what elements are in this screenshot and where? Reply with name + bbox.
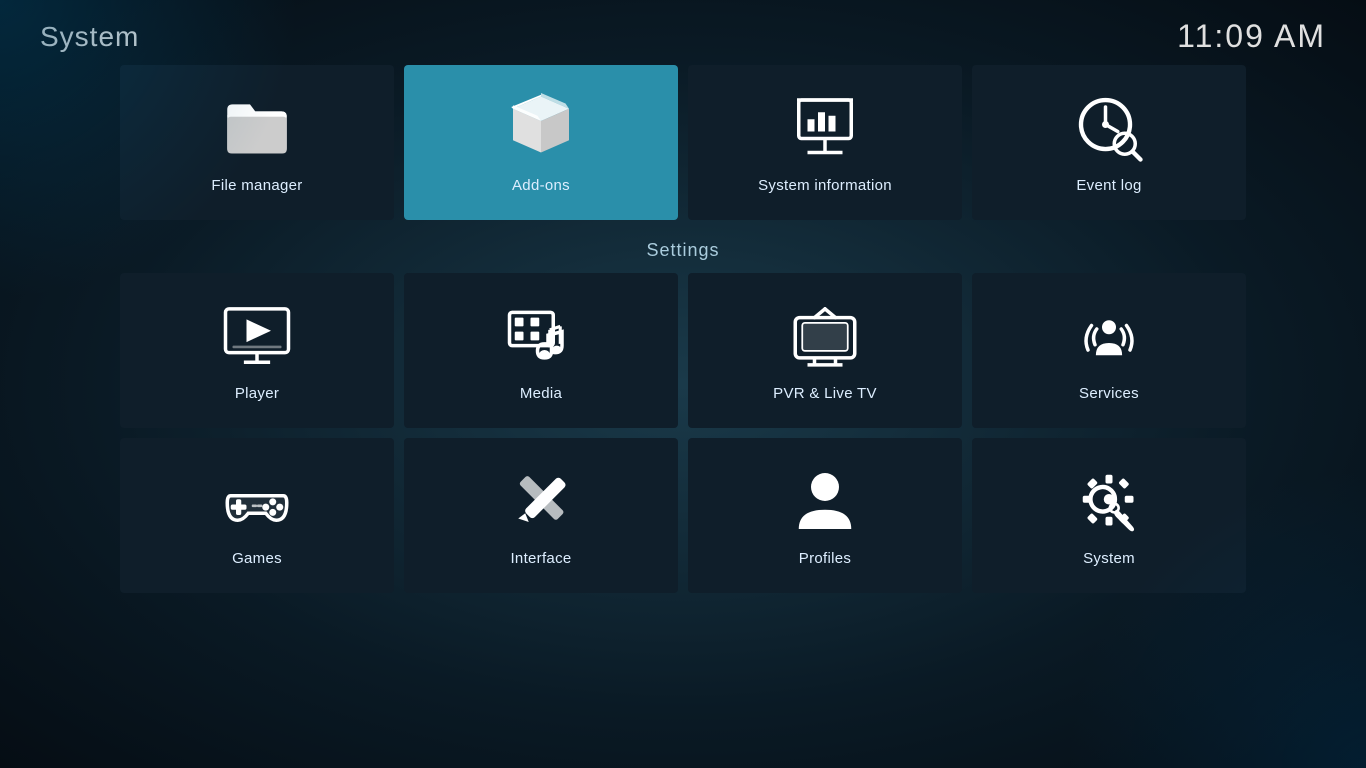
tile-file-manager-label: File manager: [211, 177, 302, 194]
gear-wrench-icon: [1074, 466, 1144, 536]
media-icon: [506, 301, 576, 371]
current-time: 11:09 AM: [1177, 18, 1326, 55]
tile-system-label: System: [1083, 550, 1135, 567]
tile-add-ons[interactable]: Add-ons: [404, 65, 678, 220]
broadcast-icon: [1074, 301, 1144, 371]
top-row: File manager Add-ons: [120, 65, 1246, 220]
tile-file-manager[interactable]: File manager: [120, 65, 394, 220]
tile-media-label: Media: [520, 385, 562, 402]
box-icon: [506, 93, 576, 163]
tile-interface-label: Interface: [510, 550, 571, 567]
tile-services-label: Services: [1079, 385, 1139, 402]
tile-profiles[interactable]: Profiles: [688, 438, 962, 593]
tile-system-information-label: System information: [758, 177, 892, 194]
page-title: System: [40, 21, 139, 53]
tile-system[interactable]: System: [972, 438, 1246, 593]
tile-pvr-live-tv-label: PVR & Live TV: [773, 385, 877, 402]
gamepad-icon: [222, 466, 292, 536]
tile-player[interactable]: Player: [120, 273, 394, 428]
tile-games[interactable]: Games: [120, 438, 394, 593]
settings-section-label: Settings: [120, 240, 1246, 261]
folder-icon: [222, 93, 292, 163]
person-icon: [790, 466, 860, 536]
tile-games-label: Games: [232, 550, 282, 567]
tile-media[interactable]: Media: [404, 273, 678, 428]
chart-presentation-icon: [790, 93, 860, 163]
tile-player-label: Player: [235, 385, 279, 402]
tile-profiles-label: Profiles: [799, 550, 851, 567]
tools-icon: [506, 466, 576, 536]
tile-interface[interactable]: Interface: [404, 438, 678, 593]
tile-event-log[interactable]: Event log: [972, 65, 1246, 220]
tile-pvr-live-tv[interactable]: PVR & Live TV: [688, 273, 962, 428]
monitor-play-icon: [222, 301, 292, 371]
tile-system-information[interactable]: System information: [688, 65, 962, 220]
main-content: File manager Add-ons: [0, 65, 1366, 593]
tv-icon: [790, 301, 860, 371]
tile-event-log-label: Event log: [1076, 177, 1141, 194]
tile-add-ons-label: Add-ons: [512, 177, 570, 194]
header: System 11:09 AM: [0, 0, 1366, 65]
tile-services[interactable]: Services: [972, 273, 1246, 428]
settings-row-2: Games Interface: [120, 438, 1246, 593]
settings-row-1: Player: [120, 273, 1246, 428]
clock-search-icon: [1074, 93, 1144, 163]
